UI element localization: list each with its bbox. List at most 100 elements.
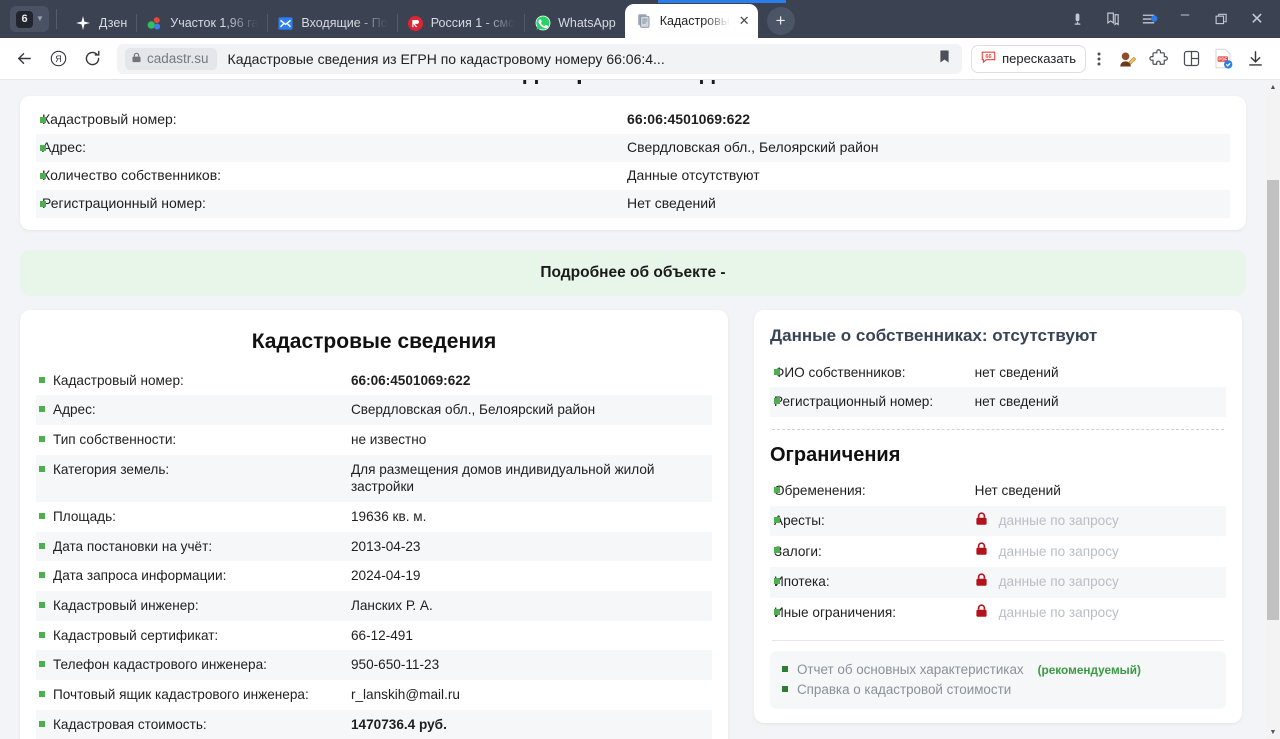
page-scrollbar[interactable]: ▲ ▼ [1266, 80, 1280, 739]
row-value: 66-12-491 [350, 627, 413, 643]
avatar-extension-icon[interactable] [1112, 44, 1142, 74]
scrollbar-thumb[interactable] [1267, 180, 1279, 620]
table-row: Иные ограничения: данные по запросу [770, 598, 1226, 629]
restore-button[interactable] [1204, 4, 1238, 34]
row-value-locked[interactable]: данные по запросу [971, 567, 1226, 598]
tab-manager-icon[interactable] [1176, 44, 1206, 74]
row-value: r_lanskih@mail.ru [350, 687, 460, 703]
details-toggle-banner[interactable]: Подробнее об объекте - [20, 249, 1246, 296]
retell-button[interactable]: 66 пересказать [971, 44, 1086, 73]
retell-label: пересказать [1002, 51, 1076, 66]
row-value-locked[interactable]: данные по запросу [971, 506, 1226, 537]
dots-color-icon [146, 15, 163, 32]
tab-strip: 6 ▼ Дзен Участок 1,96 га Входящие - По Р… [0, 0, 1280, 38]
downloads-icon[interactable] [1060, 4, 1094, 34]
row-label: Площадь: [36, 502, 347, 532]
row-value: 1470736.4 руб. [350, 716, 447, 732]
mail-icon [277, 15, 294, 32]
profile-area: 6 ▼ [4, 0, 66, 38]
row-label: Дата запроса информации: [36, 561, 347, 591]
restrictions-table: Обременения: Нет сведений Аресты: данные… [770, 476, 1226, 628]
table-row: Площадь: 19636 кв. м. [36, 502, 712, 532]
back-button[interactable] [8, 43, 40, 75]
bookmark-icon[interactable] [933, 49, 956, 69]
row-label: Адрес: [36, 395, 347, 425]
yandex-button[interactable]: Я [42, 43, 74, 75]
left-column: Кадастровые сведения Кадастровый номер: … [20, 309, 728, 739]
row-value-locked[interactable]: данные по запросу [971, 598, 1226, 629]
table-row: Категория земель: Для размещения домов и… [36, 454, 712, 502]
collections-icon[interactable] [1096, 4, 1130, 34]
scroll-up-icon[interactable]: ▲ [1266, 80, 1280, 94]
table-row: Регистрационный номер: Нет сведений [36, 189, 1230, 218]
tab-label: Входящие - По [301, 16, 388, 30]
profile-switcher[interactable]: 6 ▼ [10, 6, 49, 32]
minimize-button[interactable]: – [1168, 4, 1202, 34]
row-label: Телефон кадастрового инженера: [36, 650, 347, 680]
row-value: Свердловская обл., Белоярский район [627, 138, 879, 155]
tab-kadastr-active[interactable]: Кадастровы ✕ [624, 4, 758, 38]
row-value: не известно [350, 431, 427, 447]
table-row: Кадастровый номер: 66:06:4501069:622 [36, 106, 1230, 134]
row-label: Тип собственности: [36, 425, 347, 455]
owners-restrictions-card: Данные о собственниках: отсутствуют ФИО … [754, 309, 1242, 724]
details-card: Кадастровые сведения Кадастровый номер: … [20, 309, 728, 739]
pdf-extension-icon[interactable]: PDF [1208, 44, 1238, 74]
row-label: Кадастровый номер: [36, 106, 621, 134]
row-value-locked[interactable]: данные по запросу [971, 536, 1226, 567]
row-label: Регистрационный номер: [770, 387, 971, 417]
table-row: Кадастровая стоимость: 1470736.4 руб. [36, 709, 712, 739]
tab-uchastok[interactable]: Участок 1,96 га [137, 8, 267, 38]
site-identity[interactable]: cadastr.su [125, 47, 217, 70]
details-columns: Кадастровые сведения Кадастровый номер: … [20, 309, 1246, 739]
row-value: 2024-04-19 [350, 568, 421, 584]
tab-label: Кадастровы [659, 14, 730, 28]
reload-button[interactable] [76, 43, 108, 75]
table-row: Кадастровый сертификат: 66-12-491 [36, 621, 712, 651]
report-link-cadastral-value[interactable]: Справка о кадастровой стоимости [780, 680, 1011, 699]
table-row: Дата запроса информации: 2024-04-19 [36, 561, 712, 591]
table-row: Количество собственников: Данные отсутст… [36, 162, 1230, 190]
browser-toolbar: Я cadastr.su Кадастровые сведения из ЕГР… [0, 38, 1280, 80]
details-table: Кадастровый номер: 66:06:4501069:622 Адр… [36, 366, 712, 739]
menu-icon[interactable] [1132, 4, 1166, 34]
row-value: Для размещения домов индивидуальной жило… [350, 461, 655, 495]
list-item: Справка о кадастровой стоимости [780, 680, 1216, 699]
report-link-main-characteristics[interactable]: Отчет об основных характеристиках [780, 660, 1024, 679]
tab-rossiya1[interactable]: Россия 1 - смо [398, 8, 524, 38]
lock-icon [131, 50, 142, 68]
close-button[interactable]: ✕ [1240, 4, 1274, 34]
address-bar[interactable]: cadastr.su Кадастровые сведения из ЕГРН … [117, 43, 963, 74]
row-label: Ипотека: [770, 567, 971, 598]
tab-whatsapp[interactable]: WhatsApp [525, 8, 625, 38]
sparkle-icon [75, 15, 92, 32]
lock-icon [975, 604, 988, 623]
address-text[interactable]: Кадастровые сведения из ЕГРН по кадастро… [228, 51, 934, 67]
row-label: Регистрационный номер: [36, 190, 621, 218]
close-icon[interactable]: ✕ [739, 13, 750, 29]
extensions-icon[interactable] [1144, 44, 1174, 74]
row-value: нет сведений [974, 364, 1059, 380]
tab-inbox[interactable]: Входящие - По [268, 8, 396, 38]
row-value: Свердловская обл., Белоярский район [350, 402, 596, 418]
tab-label: WhatsApp [558, 16, 616, 30]
lock-icon [975, 512, 988, 531]
divider [55, 9, 57, 29]
download-icon[interactable] [1240, 44, 1270, 74]
table-row: Адрес: Свердловская обл., Белоярский рай… [36, 133, 1230, 162]
tab-dzen[interactable]: Дзен [66, 8, 136, 38]
scroll-down-icon[interactable]: ▼ [1266, 725, 1280, 739]
lock-icon [975, 573, 988, 592]
new-tab-button[interactable]: + [766, 7, 795, 35]
row-label: Кадастровый сертификат: [36, 621, 347, 651]
divider [772, 640, 1224, 642]
summary-table: Кадастровый номер: 66:06:4501069:622 Адр… [36, 106, 1230, 218]
row-value: Ланских Р. А. [350, 598, 433, 613]
site-host: cadastr.su [147, 51, 209, 66]
more-options-icon[interactable] [1088, 45, 1110, 73]
rutube-icon [407, 15, 424, 32]
row-label: Иные ограничения: [770, 598, 971, 629]
row-value: Нет сведений [974, 482, 1061, 498]
row-label: Залоги: [770, 536, 971, 567]
row-label: Дата постановки на учёт: [36, 532, 347, 562]
